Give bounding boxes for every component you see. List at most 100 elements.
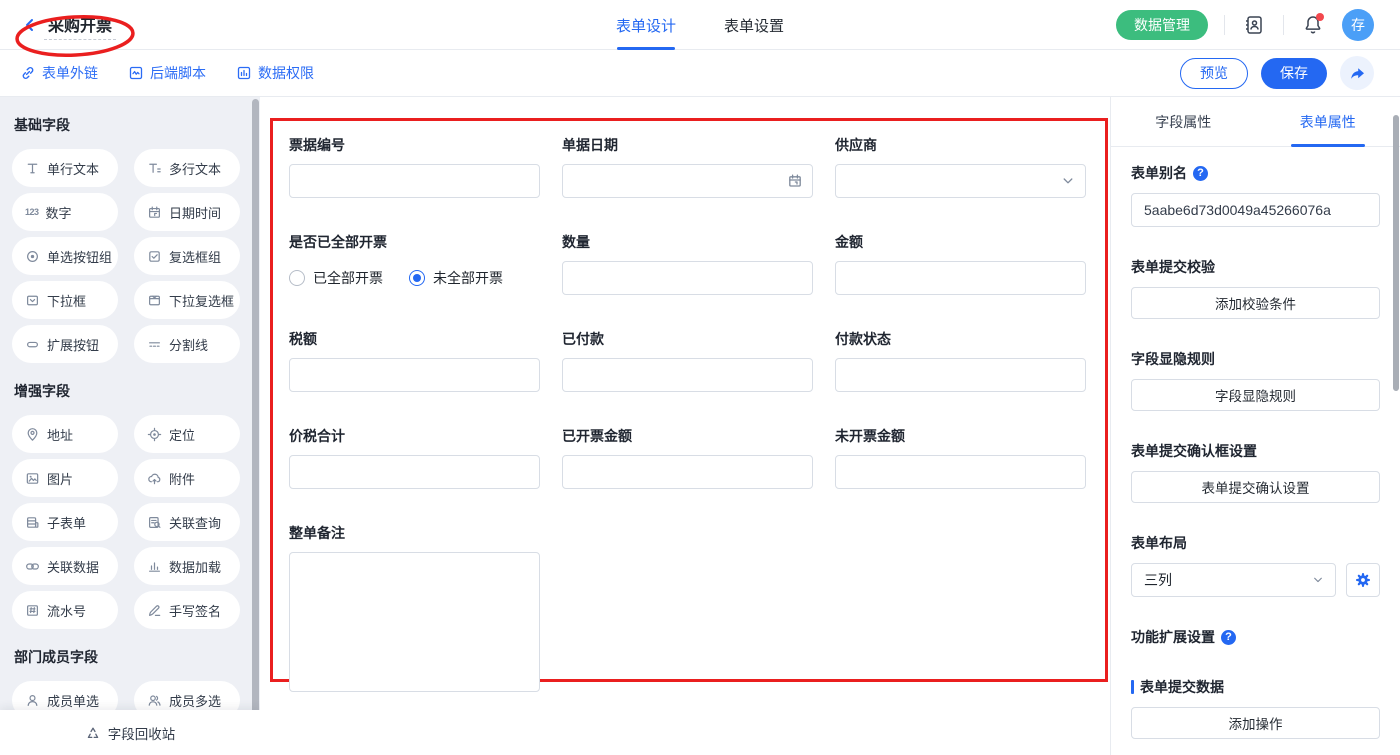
panel-heading-label: 表单提交确认框设置 (1131, 441, 1257, 461)
radio-circle[interactable] (289, 270, 305, 286)
image-icon (25, 471, 40, 486)
panel-heading-label: 字段显隐规则 (1131, 349, 1215, 369)
toolbar-link-label: 表单外链 (42, 63, 98, 83)
radio-option-未全部开票[interactable]: 未全部开票 (409, 268, 503, 288)
form-field-价税合计[interactable]: 价税合计 (289, 426, 540, 489)
date-input[interactable] (562, 164, 813, 198)
text-input[interactable] (835, 261, 1086, 295)
form-field-供应商[interactable]: 供应商 (835, 135, 1086, 198)
layout-gear-button[interactable] (1346, 563, 1380, 597)
help-icon[interactable]: ? (1221, 630, 1236, 645)
panel-button-添加校验条件[interactable]: 添加校验条件 (1131, 287, 1380, 319)
text-input[interactable] (835, 455, 1086, 489)
sidebar-item-label: 定位 (169, 425, 195, 444)
properties-tabs: 字段属性表单属性 (1111, 97, 1400, 147)
sidebar-item-关联查询[interactable]: 关联查询 (134, 503, 240, 541)
radio-circle[interactable] (409, 270, 425, 286)
text-input[interactable] (289, 358, 540, 392)
sidebar-item-下拉框[interactable]: 下拉框 (12, 281, 118, 319)
sidebar-item-手写签名[interactable]: 手写签名 (134, 591, 240, 629)
text-input[interactable] (562, 455, 813, 489)
form-field-数量[interactable]: 数量 (562, 232, 813, 295)
sidebar-item-图片[interactable]: 图片 (12, 459, 118, 497)
sidebar-items-grid: 单行文本 多行文本 123数字日期时间单选按钮组 复选框组下拉框下拉复选框扩展按钮分割… (12, 149, 246, 363)
toolbar-link-1[interactable]: 表单外链 (20, 63, 98, 83)
sidebar-item-下拉复选框[interactable]: 下拉复选框 (134, 281, 240, 319)
sidebar-item-复选框组[interactable]: 复选框组 (134, 237, 240, 275)
form-field-税额[interactable]: 税额 (289, 329, 540, 392)
sidebar-item-数据加载[interactable]: 数据加载 (134, 547, 240, 585)
panel-scrollbar[interactable] (1393, 115, 1399, 391)
contact-book-icon[interactable] (1241, 12, 1267, 38)
text-input[interactable] (835, 358, 1086, 392)
panel-button-添加操作[interactable]: 添加操作 (1131, 707, 1380, 739)
sidebar-item-label: 单行文本 (47, 159, 99, 178)
radio-option-已全部开票[interactable]: 已全部开票 (289, 268, 383, 288)
avatar[interactable]: 存 (1342, 9, 1374, 41)
sidebar-item-多行文本[interactable]: 多行文本 (134, 149, 240, 187)
textarea-input[interactable] (289, 552, 540, 692)
form-field-已付款[interactable]: 已付款 (562, 329, 813, 392)
header-tab-1[interactable]: 表单设计 (616, 0, 676, 50)
text-input[interactable] (562, 358, 813, 392)
multi-text-icon (147, 161, 162, 176)
sidebar-item-数字[interactable]: 123数字 (12, 193, 118, 231)
preview-button[interactable]: 预览 (1180, 58, 1248, 89)
sidebar-item-流水号[interactable]: 流水号 (12, 591, 118, 629)
header-tab-2[interactable]: 表单设置 (724, 0, 784, 50)
sidebar-item-定位[interactable]: 定位 (134, 415, 240, 453)
form-field-票据编号[interactable]: 票据编号 (289, 135, 540, 198)
data-manage-button[interactable]: 数据管理 (1116, 10, 1208, 40)
field-label: 付款状态 (835, 329, 1086, 349)
field-label: 是否已全部开票 (289, 232, 540, 252)
sidebar-item-子表单[interactable]: 子表单 (12, 503, 118, 541)
page-title[interactable]: 采购开票 (44, 10, 116, 40)
panel-section-heading: 字段显隐规则 (1131, 349, 1380, 369)
calendar-icon (787, 173, 803, 189)
sidebar-item-分割线[interactable]: 分割线 (134, 325, 240, 363)
panel-tab-1[interactable]: 字段属性 (1111, 97, 1256, 146)
panel-button-表单提交确认设置[interactable]: 表单提交确认设置 (1131, 471, 1380, 503)
share-button[interactable] (1340, 56, 1374, 90)
form-field-未开票金额[interactable]: 未开票金额 (835, 426, 1086, 489)
form-design-canvas[interactable]: 票据编号单据日期供应商是否已全部开票已全部开票 未全部开票 数量金额税额已付款 付款状… (260, 97, 1110, 755)
notification-bell-icon[interactable] (1300, 12, 1326, 38)
form-field-金额[interactable]: 金额 (835, 232, 1086, 295)
panel-tab-2[interactable]: 表单属性 (1256, 97, 1400, 146)
text-input[interactable] (289, 164, 540, 198)
member-multi-icon (147, 693, 162, 708)
sidebar-item-附件[interactable]: 附件 (134, 459, 240, 497)
form-field-已开票金额[interactable]: 已开票金额 (562, 426, 813, 489)
location-icon (147, 427, 162, 442)
back-icon[interactable] (22, 17, 38, 33)
layout-select[interactable]: 三列 (1131, 563, 1336, 597)
toolbar-link-3[interactable]: 数据权限 (236, 63, 314, 83)
sidebar-item-地址[interactable]: 地址 (12, 415, 118, 453)
form-field-付款状态[interactable]: 付款状态 (835, 329, 1086, 392)
panel-heading-label: 表单提交数据 (1140, 677, 1224, 697)
toolbar-link-2[interactable]: 后端脚本 (128, 63, 206, 83)
sidebar-item-label: 复选框组 (169, 247, 221, 266)
form-field-单据日期[interactable]: 单据日期 (562, 135, 813, 198)
form-field-整单备注[interactable]: 整单备注 (289, 523, 540, 697)
sidebar-item-label: 多行文本 (169, 159, 221, 178)
help-icon[interactable]: ? (1193, 166, 1208, 181)
form-alias-input[interactable] (1131, 193, 1380, 227)
select-input[interactable] (835, 164, 1086, 198)
sidebar-item-label: 流水号 (47, 601, 86, 620)
sidebar-item-日期时间[interactable]: 日期时间 (134, 193, 240, 231)
sidebar-scrollbar[interactable] (252, 99, 259, 755)
form-field-是否已全部开票[interactable]: 是否已全部开票已全部开票 未全部开票 (289, 232, 540, 295)
text-input[interactable] (562, 261, 813, 295)
panel-button-字段显隐规则[interactable]: 字段显隐规则 (1131, 379, 1380, 411)
field-recycle-bin[interactable]: 字段回收站 (0, 710, 260, 755)
field-label: 已开票金额 (562, 426, 813, 446)
sidebar-item-单选按钮组[interactable]: 单选按钮组 (12, 237, 118, 275)
checkbox-icon (147, 249, 162, 264)
sidebar-item-关联数据[interactable]: 关联数据 (12, 547, 118, 585)
sidebar-item-扩展按钮[interactable]: 扩展按钮 (12, 325, 118, 363)
save-button[interactable]: 保存 (1261, 58, 1327, 89)
field-library-sidebar: 基础字段单行文本多行文本123数字日期时间单选按钮组复选框组下拉框下拉复选框扩展… (0, 97, 260, 755)
sidebar-item-单行文本[interactable]: 单行文本 (12, 149, 118, 187)
text-input[interactable] (289, 455, 540, 489)
